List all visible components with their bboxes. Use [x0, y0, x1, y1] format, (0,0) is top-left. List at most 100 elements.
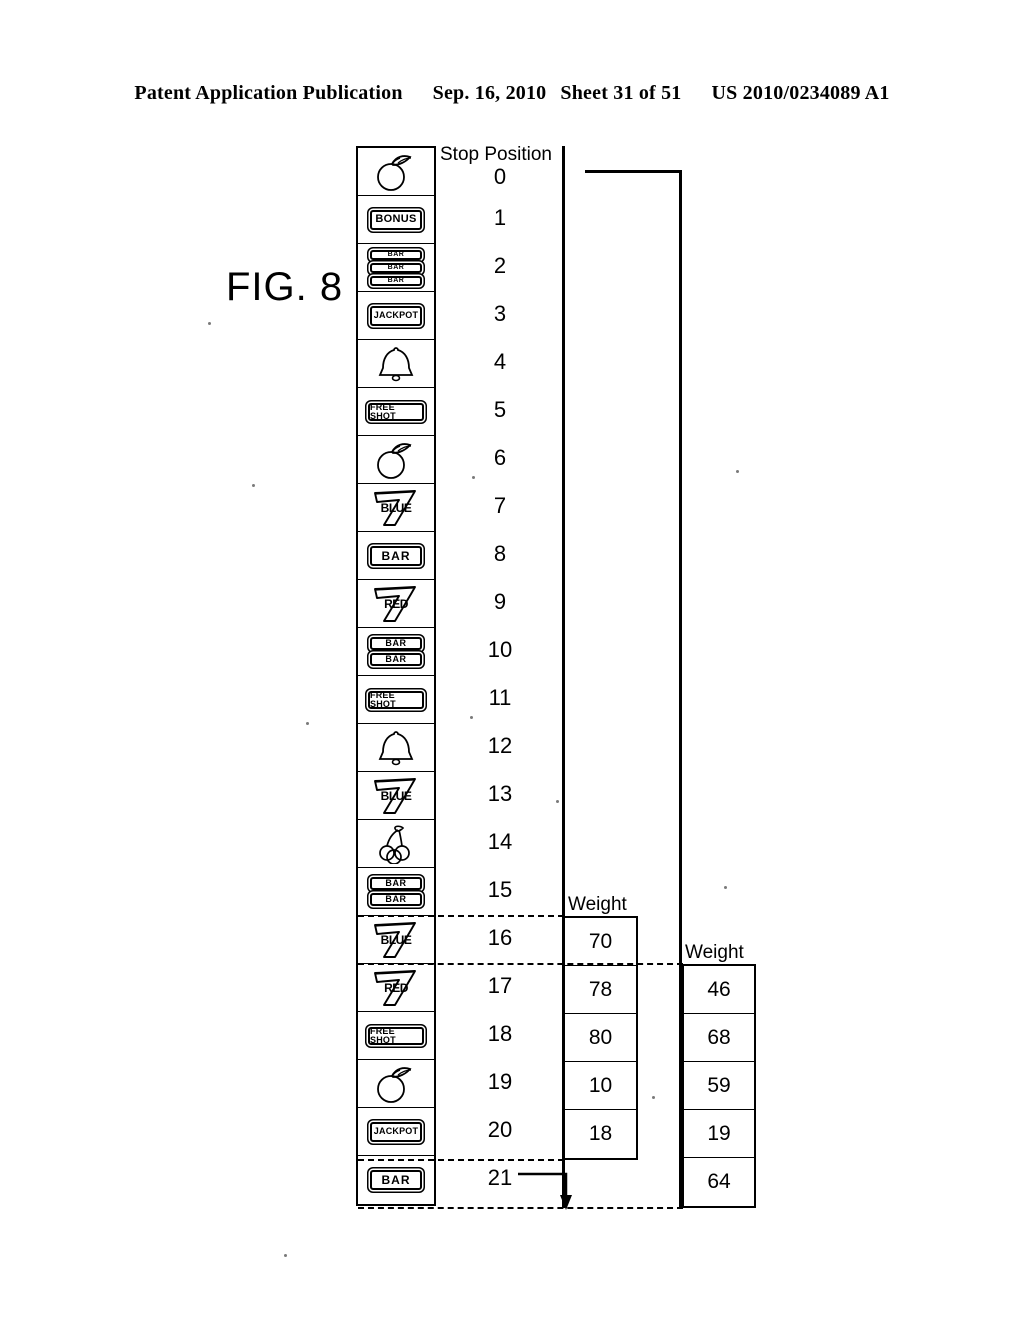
- reel-cell: BLUE: [358, 772, 434, 820]
- stop-position-value: 11: [488, 685, 512, 710]
- bar-plaque-icon: BAR: [370, 1170, 422, 1190]
- bracket-top-line: [585, 170, 681, 173]
- leader-line-top-table1: [358, 915, 564, 917]
- publication-header: Patent Application Publication Sep. 16, …: [0, 82, 1024, 110]
- header-patent-number: US 2010/0234089 A1: [711, 82, 890, 104]
- header-publication-text: Patent Application Publication: [134, 82, 403, 104]
- scan-speck: [284, 1254, 287, 1257]
- orange-icon: [370, 152, 422, 192]
- stop-position-value: 4: [493, 349, 507, 374]
- bar-plaque: BAR: [370, 877, 422, 890]
- scan-speck: [736, 470, 739, 473]
- weight-value-cell: 19: [684, 1110, 754, 1158]
- seven-symbol: BLUE: [371, 920, 421, 960]
- reel-cell: BAR: [358, 532, 434, 580]
- stop-position-value: 19: [487, 1069, 513, 1094]
- weight-table-2-label: Weight: [685, 942, 744, 963]
- scan-speck: [252, 484, 255, 487]
- reel-cell: RED: [358, 964, 434, 1012]
- free-shot-plaque-icon: FREE SHOT: [368, 402, 424, 421]
- weight-value-cell: 80: [565, 1014, 636, 1062]
- reel-cell: FREE SHOT: [358, 1012, 434, 1060]
- bar-plaque: BAR: [370, 893, 422, 906]
- stop-position-value: 16: [487, 925, 513, 950]
- weight-value-cell: 18: [588, 1122, 613, 1145]
- reel-cell: BLUE: [358, 484, 434, 532]
- cherries-icon: [372, 824, 420, 864]
- stop-position-value: 3: [493, 301, 507, 326]
- seven-symbol: RED: [371, 584, 421, 624]
- bar-plaque: BAR: [370, 653, 422, 666]
- bar-plaque: BAR: [370, 249, 422, 260]
- stop-position-value: 9: [493, 589, 507, 614]
- bell-icon: [373, 344, 419, 384]
- scan-speck: [652, 1096, 655, 1099]
- seven-symbol-label: BLUE: [380, 500, 412, 515]
- bar-stack: BAR BAR: [370, 637, 422, 666]
- reel-strip: BONUS BAR BAR BAR JACKPOT FREE SHOT BLUE BAR RED…: [356, 146, 436, 1206]
- stop-position-value: 18: [487, 1021, 513, 1046]
- stop-position-value: 12: [487, 733, 513, 758]
- reel-cell: RED: [358, 580, 434, 628]
- weight-value-cell: 68: [684, 1014, 754, 1062]
- stop-position-value: 17: [487, 973, 513, 998]
- leader-line-table1-to-table2: [358, 963, 683, 965]
- scan-speck: [208, 322, 211, 325]
- stop-position-value: 6: [493, 445, 507, 470]
- stop-position-value: 10: [487, 637, 513, 662]
- reel-cell: BONUS: [358, 196, 434, 244]
- scan-speck: [472, 476, 475, 479]
- reel-cell: BAR BAR: [358, 868, 434, 916]
- header-sheet: Sheet 31 of 51: [560, 82, 682, 104]
- jackpot-plaque-icon: JACKPOT: [370, 305, 422, 326]
- seven-symbol-label: RED: [384, 980, 408, 995]
- figure-label: FIG. 8: [226, 265, 344, 309]
- stop-position-value: 7: [493, 493, 507, 518]
- reel-cell: FREE SHOT: [358, 676, 434, 724]
- free-shot-plaque-icon: FREE SHOT: [368, 690, 424, 709]
- weight-value-cell: 10: [565, 1062, 636, 1110]
- reel-cell: [358, 148, 434, 196]
- bar-stack: BAR BAR BAR: [370, 249, 422, 286]
- stop-position-value: 0: [493, 164, 507, 189]
- reel-cell: BAR: [358, 1156, 434, 1204]
- stop-position-value: 20: [487, 1117, 513, 1142]
- stop-position-value: 2: [493, 253, 507, 278]
- orange-icon: [370, 440, 422, 480]
- bar-stack: BAR BAR: [370, 877, 422, 906]
- bonus-plaque-icon: BONUS: [370, 209, 422, 230]
- jackpot-plaque-icon: JACKPOT: [370, 1121, 422, 1142]
- reel-cell: BAR BAR: [358, 628, 434, 676]
- bell-icon: [373, 728, 419, 768]
- weight-value-cell: 64: [707, 1170, 731, 1193]
- reel-cell: [358, 436, 434, 484]
- stop-position-value: 13: [487, 781, 513, 806]
- bar-plaque: BAR: [370, 262, 422, 273]
- seven-symbol: BLUE: [371, 488, 421, 528]
- reel-cell: FREE SHOT: [358, 388, 434, 436]
- reel-cell: [358, 724, 434, 772]
- bar-plaque: BAR: [370, 275, 422, 286]
- weight-table-2: 46 68 59 19 64: [682, 964, 756, 1208]
- scan-speck: [556, 800, 559, 803]
- bar-plaque-icon: BAR: [370, 545, 422, 566]
- seven-symbol-label: RED: [384, 596, 408, 611]
- weight-value-cell: 70: [565, 918, 636, 966]
- reel-cell: [358, 1060, 434, 1108]
- free-shot-plaque-icon: FREE SHOT: [368, 1026, 424, 1045]
- reel-cell: [358, 340, 434, 388]
- weight-table-1: 70 78 80 10 18: [563, 916, 638, 1160]
- weight-value-cell: 46: [684, 966, 754, 1014]
- weight-value-cell: 59: [684, 1062, 754, 1110]
- orange-icon: [370, 1064, 422, 1104]
- reel-cell: BAR BAR BAR: [358, 244, 434, 292]
- stop-position-value: 1: [493, 205, 507, 230]
- stop-position-value: 8: [493, 541, 507, 566]
- reel-cell: JACKPOT: [358, 292, 434, 340]
- header-date: Sep. 16, 2010: [432, 82, 547, 104]
- scan-speck: [470, 716, 473, 719]
- reel-cell: JACKPOT: [358, 1108, 434, 1156]
- stop-position-value: 14: [487, 829, 513, 854]
- weight-value-cell: 78: [565, 966, 636, 1014]
- seven-symbol: RED: [371, 968, 421, 1008]
